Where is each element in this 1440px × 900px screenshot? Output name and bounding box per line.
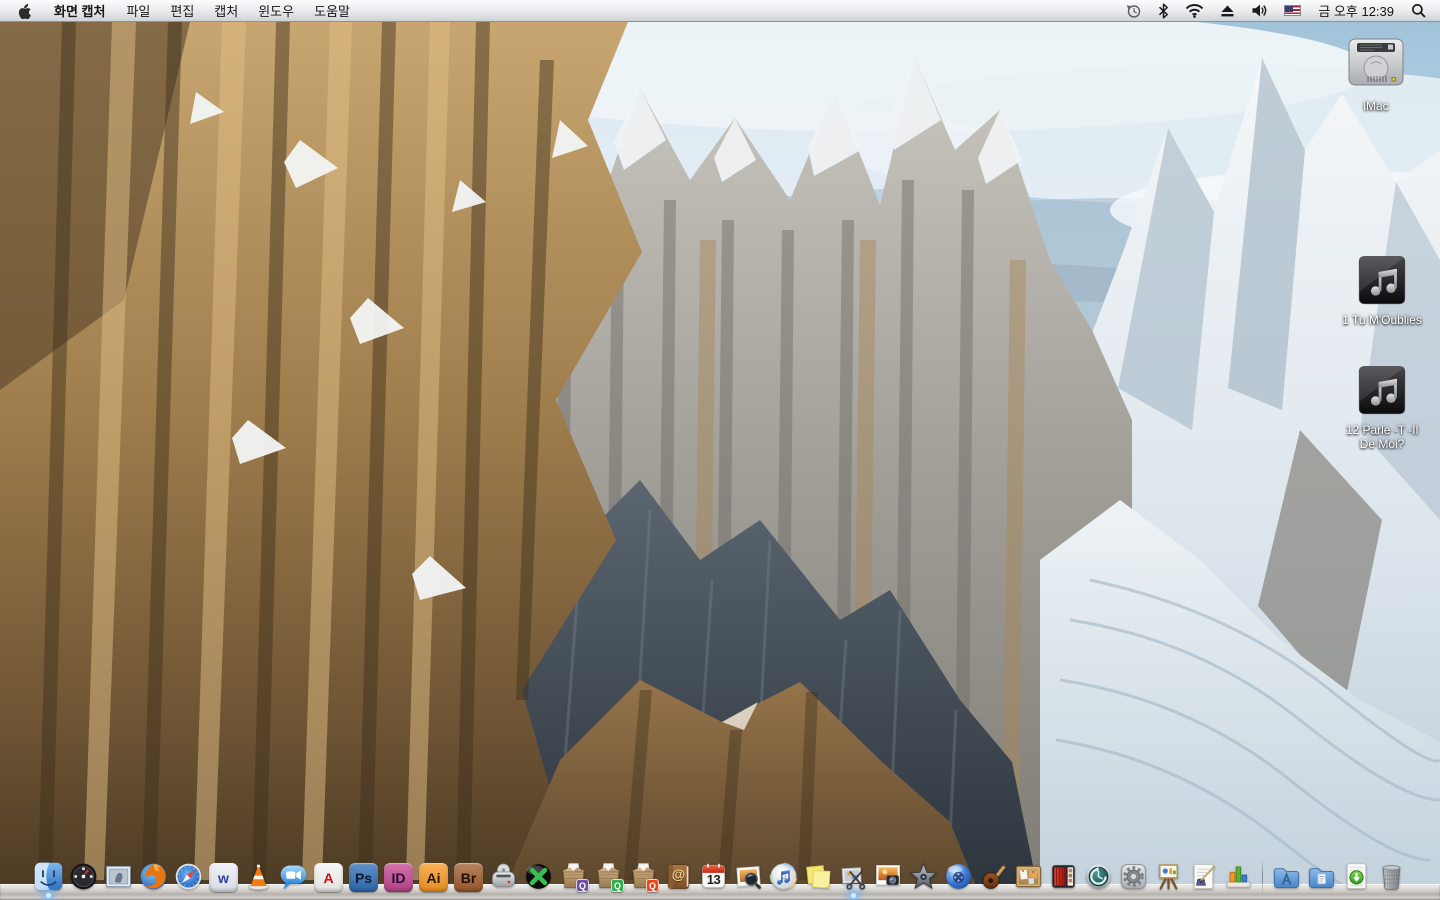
time-machine-menu[interactable]	[1118, 0, 1150, 21]
dock-safari-icon[interactable]	[171, 854, 206, 900]
dock-applications-folder-icon[interactable]	[1269, 854, 1304, 900]
dock-w-globe-app-icon[interactable]: w	[206, 854, 241, 900]
dock-stickies-icon[interactable]	[801, 854, 836, 900]
desktop-icon-label: 12 Parle -T -Il	[1346, 423, 1418, 437]
status-menus: 금 오후 12:39	[1118, 0, 1440, 21]
dock-quark-box-3-icon[interactable]: Q	[626, 854, 661, 900]
dock-indesign-icon[interactable]: ID	[381, 854, 416, 900]
dock-trash-icon[interactable]	[1374, 854, 1409, 900]
dock-documents-folder-icon[interactable]	[1304, 854, 1339, 900]
dock-acrobat-reader-icon[interactable]: A	[311, 854, 346, 900]
dock-bridge-icon[interactable]: Br	[451, 854, 486, 900]
dock-finder-icon[interactable]	[31, 854, 66, 900]
dock-address-book-icon[interactable]: @	[661, 854, 696, 900]
input-source-menu[interactable]	[1276, 0, 1309, 21]
apple-logo-icon	[16, 2, 31, 19]
desktop-icon-audio-file-2[interactable]: 12 Parle -T -Il De Moi?	[1344, 362, 1420, 451]
dock-downloads-stack-icon[interactable]	[1339, 854, 1374, 900]
dock-imovie-icon[interactable]	[906, 854, 941, 900]
dock-preview-icon[interactable]	[731, 854, 766, 900]
dock-keynote-icon[interactable]	[1151, 854, 1186, 900]
wifi-icon	[1185, 3, 1204, 18]
spotlight-search-icon	[1411, 3, 1426, 18]
menu-app-name[interactable]: 화면 캡처	[43, 0, 116, 21]
volume-icon	[1251, 3, 1268, 18]
dock-itunes-icon[interactable]	[766, 854, 801, 900]
menu-edit[interactable]: 편집	[160, 0, 204, 21]
dock-mail-icon[interactable]	[101, 854, 136, 900]
wifi-menu[interactable]	[1177, 0, 1212, 21]
dock-idvd-icon[interactable]	[941, 854, 976, 900]
wallpaper-mountains	[0, 0, 1440, 900]
app-menus: 화면 캡처 파일 편집 캡처 윈도우 도움말	[0, 0, 360, 21]
running-indicator	[46, 893, 51, 898]
dock-numbers-icon[interactable]	[1221, 854, 1256, 900]
menu-file[interactable]: 파일	[116, 0, 160, 21]
dock-pinboard-app-icon[interactable]	[1011, 854, 1046, 900]
dock-photo-booth-icon[interactable]	[1046, 854, 1081, 900]
dock-quarkxpress-icon[interactable]	[521, 854, 556, 900]
hard-drive-icon	[1343, 32, 1409, 96]
dock-grab-icon[interactable]	[836, 854, 871, 900]
desktop-icon-label: De Moi?	[1360, 437, 1405, 451]
bluetooth-menu[interactable]	[1150, 0, 1177, 21]
dock-firefox-icon[interactable]	[136, 854, 171, 900]
running-indicator	[851, 893, 856, 898]
dock-dashboard-icon[interactable]	[66, 854, 101, 900]
desktop-icon-label: 1 Tu M'Oublies	[1342, 313, 1422, 327]
dock-items: wAPsIDAiBrQQQ@13	[0, 848, 1440, 900]
dock-quark-box-1-icon[interactable]: Q	[556, 854, 591, 900]
desktop-icon-label: iMac	[1363, 99, 1388, 113]
us-flag-icon	[1284, 5, 1301, 16]
menu-bar: 화면 캡처 파일 편집 캡처 윈도우 도움말	[0, 0, 1440, 22]
dock-ical-icon[interactable]: 13	[696, 854, 731, 900]
dock-photoshop-icon[interactable]: Ps	[346, 854, 381, 900]
audio-file-icon	[1353, 362, 1411, 420]
time-machine-icon	[1126, 3, 1142, 19]
desktop-icon-audio-file-1[interactable]: 1 Tu M'Oublies	[1344, 252, 1420, 327]
dock-illustrator-icon[interactable]: Ai	[416, 854, 451, 900]
desktop-icon-imac-hd[interactable]: iMac	[1338, 32, 1414, 113]
dock-garageband-icon[interactable]	[976, 854, 1011, 900]
dock-system-preferences-icon[interactable]	[1116, 854, 1151, 900]
menu-capture[interactable]: 캡처	[204, 0, 248, 21]
dock-quark-box-2-icon[interactable]: Q	[591, 854, 626, 900]
eject-menu[interactable]	[1212, 0, 1243, 21]
eject-icon	[1220, 4, 1235, 18]
dock-toast-icon[interactable]	[486, 854, 521, 900]
spotlight-menu[interactable]	[1403, 0, 1440, 21]
dock-separator	[1256, 856, 1269, 900]
dock-time-machine-icon[interactable]	[1081, 854, 1116, 900]
dock: wAPsIDAiBrQQQ@13	[0, 848, 1440, 900]
audio-file-icon	[1353, 252, 1411, 310]
dock-iphoto-icon[interactable]	[871, 854, 906, 900]
dock-ichat-icon[interactable]	[276, 854, 311, 900]
apple-menu[interactable]	[0, 0, 43, 21]
menu-window[interactable]: 윈도우	[248, 0, 304, 21]
volume-menu[interactable]	[1243, 0, 1276, 21]
dock-pages-icon[interactable]	[1186, 854, 1221, 900]
menubar-clock[interactable]: 금 오후 12:39	[1309, 1, 1403, 20]
menu-help[interactable]: 도움말	[304, 0, 360, 21]
bluetooth-icon	[1158, 3, 1169, 19]
dock-vlc-icon[interactable]	[241, 854, 276, 900]
